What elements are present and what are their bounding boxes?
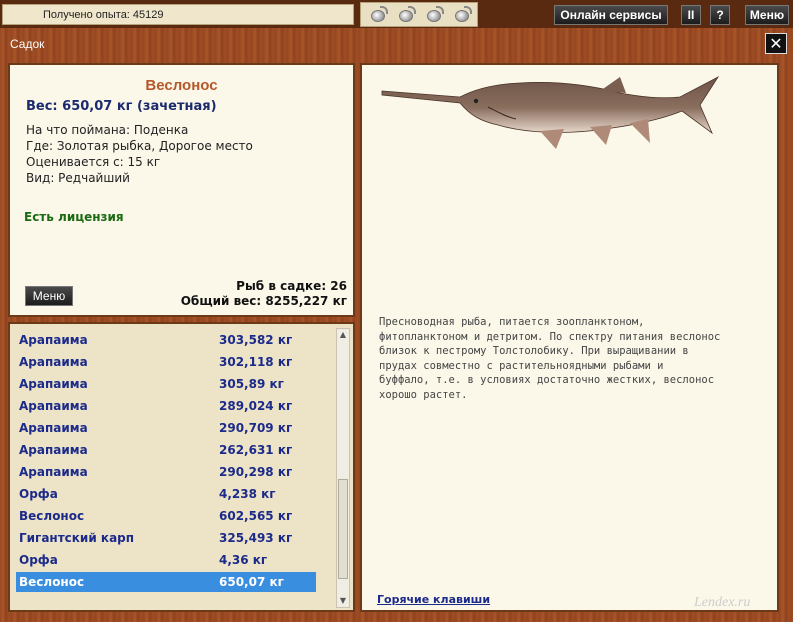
fish-row-name: Орфа bbox=[19, 487, 58, 501]
fish-row-weight: 290,298 кг bbox=[219, 465, 293, 479]
watermark-text: Lendex.ru bbox=[694, 595, 751, 610]
license-status: Есть лицензия bbox=[24, 210, 124, 224]
fish-row-weight: 305,89 кг bbox=[219, 377, 284, 391]
description-line: близок к пестрому Толстолобику. При выра… bbox=[379, 345, 689, 357]
fish-row-weight: 4,36 кг bbox=[219, 553, 268, 567]
pause-button[interactable]: II bbox=[681, 5, 701, 25]
bait-icon[interactable] bbox=[453, 6, 473, 24]
bait-slots bbox=[360, 2, 478, 27]
fish-list-row[interactable]: Арапаима 302,118 кг bbox=[16, 352, 316, 372]
fish-description-panel: Пресноводная рыба, питается зоопланктоно… bbox=[360, 63, 779, 612]
fish-list-row[interactable]: Арапаима 303,582 кг bbox=[16, 330, 316, 350]
fish-list-row[interactable]: Орфа 4,36 кг bbox=[16, 550, 316, 570]
fish-row-name: Гигантский карп bbox=[19, 531, 135, 545]
caught-on-text: На что поймана: Поденка bbox=[26, 123, 189, 137]
fish-row-name: Веслонос bbox=[19, 575, 85, 589]
total-weight: Общий вес: 8255,227 кг bbox=[180, 294, 347, 308]
fish-row-name: Арапаима bbox=[19, 465, 88, 479]
fish-row-name: Арапаима bbox=[19, 399, 88, 413]
scroll-up-icon[interactable]: ▲ bbox=[337, 329, 349, 341]
paddlefish-image bbox=[381, 75, 720, 149]
description-line: прудах совместно с растительноядными рыб… bbox=[379, 359, 664, 372]
fish-row-name: Орфа bbox=[19, 553, 58, 567]
fish-row-name: Арапаима bbox=[19, 421, 88, 435]
fish-info-panel: Веслонос Вес: 650,07 кг (зачетная) На чт… bbox=[8, 63, 355, 317]
main-menu-button[interactable]: Меню bbox=[745, 5, 789, 25]
window-title: Садок bbox=[10, 37, 45, 51]
fish-row-weight: 290,709 кг bbox=[219, 421, 293, 435]
fish-list-row[interactable]: Гигантский карп 325,493 кг bbox=[16, 528, 316, 548]
list-scrollbar[interactable]: ▲ ▼ bbox=[336, 328, 350, 608]
fish-row-name: Веслонос bbox=[19, 509, 85, 523]
fish-count: Рыб в садке: 26 bbox=[236, 279, 347, 293]
fish-row-name: Арапаима bbox=[19, 443, 88, 457]
location-text: Где: Золотая рыбка, Дорогое место bbox=[26, 139, 253, 153]
fish-list-row[interactable]: Арапаима 290,709 кг bbox=[16, 418, 316, 438]
fish-row-name: Арапаима bbox=[19, 355, 88, 369]
fish-list-row[interactable]: Арапаима 290,298 кг bbox=[16, 462, 316, 482]
fish-fin bbox=[540, 129, 564, 149]
fish-row-weight: 650,07 кг bbox=[219, 575, 284, 589]
game-window: Получено опыта: 45129 Онлайн сервисы II … bbox=[0, 0, 793, 622]
online-services-button[interactable]: Онлайн сервисы bbox=[554, 5, 668, 25]
fish-list-row[interactable]: Веслонос 650,07 кг bbox=[16, 572, 316, 592]
fish-weight: Вес: 650,07 кг (зачетная) bbox=[26, 99, 217, 114]
hotkeys-link[interactable]: Горячие клавиши bbox=[377, 593, 490, 606]
fish-row-weight: 262,631 кг bbox=[219, 443, 293, 457]
description-line: буффало, т.е. в условиях достаточно жест… bbox=[379, 374, 715, 386]
fish-list-row[interactable]: Арапаима 289,024 кг bbox=[16, 396, 316, 416]
fish-row-weight: 325,493 кг bbox=[219, 531, 293, 545]
help-button[interactable]: ? bbox=[710, 5, 730, 25]
fish-list-row[interactable]: Арапаима 305,89 кг bbox=[16, 374, 316, 394]
fish-description: Пресноводная рыба, питается зоопланктоно… bbox=[379, 315, 759, 402]
fish-row-name: Арапаима bbox=[19, 333, 88, 347]
experience-text: Получено опыта: 45129 bbox=[43, 9, 164, 21]
fish-fin bbox=[630, 119, 650, 143]
fish-list-row[interactable]: Орфа 4,238 кг bbox=[16, 484, 316, 504]
description-line: фитопланктоном и детритом. По спектру пи… bbox=[379, 330, 721, 343]
fish-row-name: Арапаима bbox=[19, 377, 88, 391]
fish-list-row[interactable]: Веслонос 602,565 кг bbox=[16, 506, 316, 526]
top-bar: Получено опыта: 45129 Онлайн сервисы II … bbox=[0, 0, 793, 28]
bait-icon[interactable] bbox=[425, 6, 445, 24]
fish-eye bbox=[473, 98, 479, 104]
fish-fin bbox=[590, 125, 612, 145]
fish-row-weight: 4,238 кг bbox=[219, 487, 276, 501]
scroll-down-icon[interactable]: ▼ bbox=[337, 595, 349, 607]
bait-icon[interactable] bbox=[369, 6, 389, 24]
fish-row-weight: 602,565 кг bbox=[219, 509, 293, 523]
description-line: хорошо растет. bbox=[379, 388, 468, 401]
fish-name: Веслонос bbox=[145, 77, 218, 94]
fish-row-weight: 302,118 кг bbox=[219, 355, 293, 369]
description-line: Пресноводная рыба, питается зоопланктоно… bbox=[379, 316, 645, 328]
fish-body bbox=[381, 75, 720, 135]
kind-text: Вид: Редчайший bbox=[26, 171, 130, 185]
fish-fin bbox=[600, 77, 626, 93]
close-button[interactable]: ✕ bbox=[765, 33, 787, 54]
bait-icon[interactable] bbox=[397, 6, 417, 24]
scroll-thumb[interactable] bbox=[338, 479, 348, 579]
fish-list-panel: Арапаима 303,582 кг Арапаима 302,118 кг Арап… bbox=[8, 322, 355, 612]
fish-list-row[interactable]: Арапаима 262,631 кг bbox=[16, 440, 316, 460]
fish-row-weight: 303,582 кг bbox=[219, 333, 293, 347]
fish-menu-button[interactable]: Меню bbox=[25, 286, 73, 306]
rated-from-text: Оценивается с: 15 кг bbox=[26, 155, 161, 169]
fish-row-weight: 289,024 кг bbox=[219, 399, 293, 413]
experience-box: Получено опыта: 45129 bbox=[2, 4, 354, 25]
